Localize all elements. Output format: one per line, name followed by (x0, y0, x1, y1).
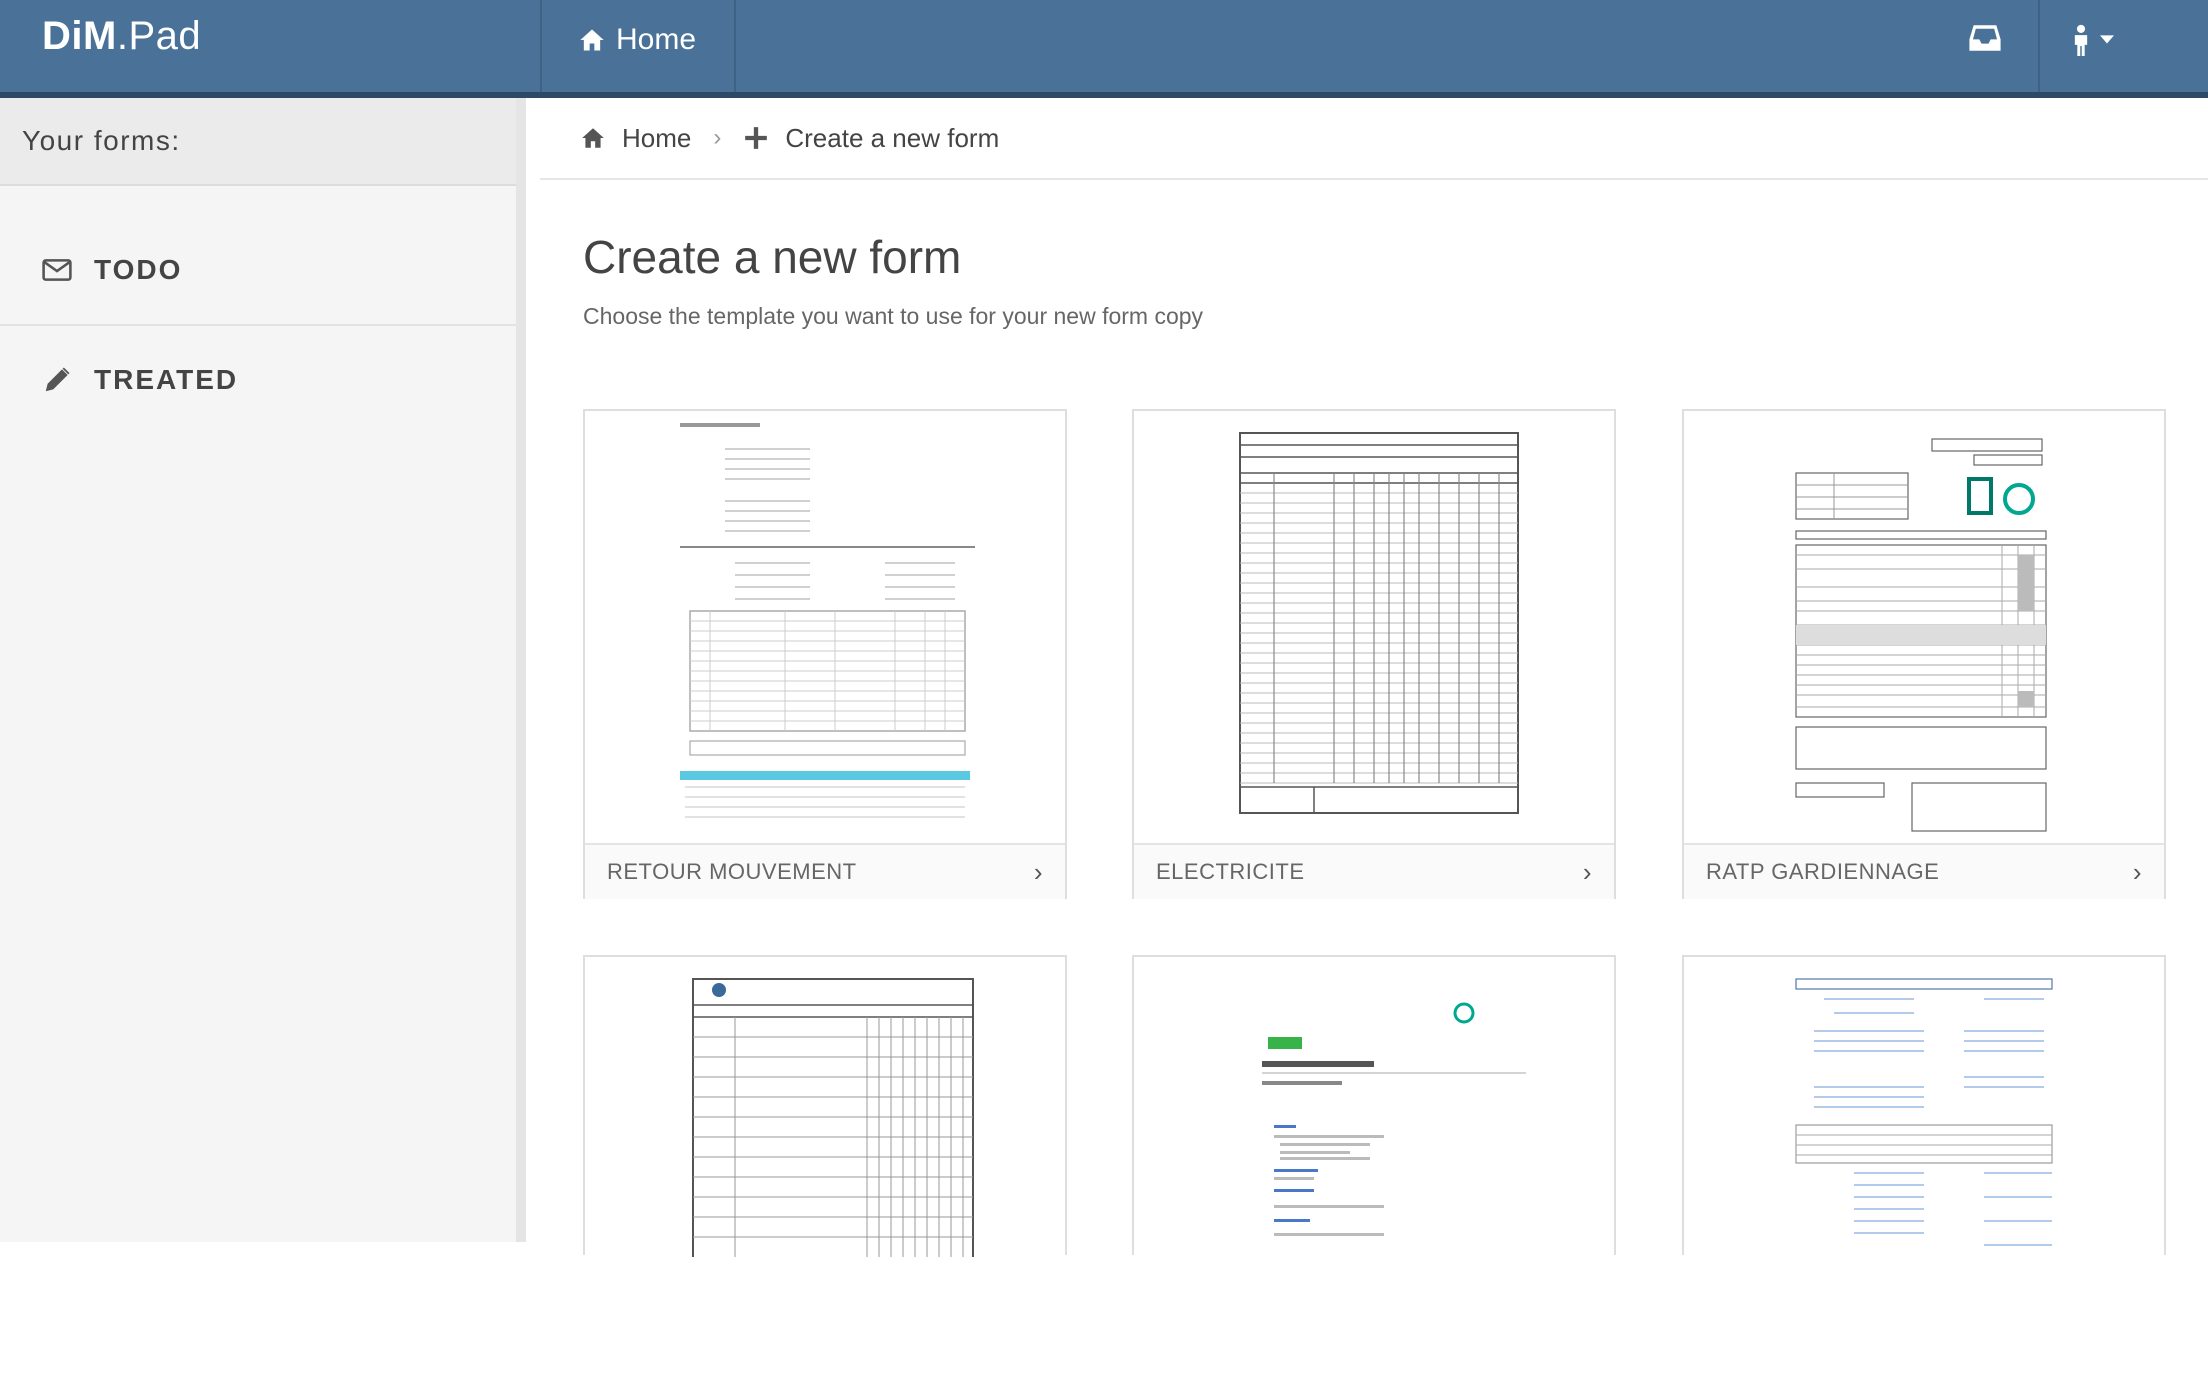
sidebar-item-treated[interactable]: TREATED (0, 326, 516, 434)
template-card-rapport-hebdomadaire[interactable] (583, 955, 1067, 1257)
envelope-icon (42, 259, 72, 281)
template-card-retour-mouvement[interactable]: RETOUR MOUVEMENT › (583, 409, 1067, 899)
template-card-electricite[interactable]: ELECTRICITE › (1132, 409, 1616, 899)
template-card-ratp-gardiennage[interactable]: RATP GARDIENNAGE › (1682, 409, 2166, 899)
plus-icon (745, 127, 768, 149)
app-logo[interactable]: DiM.Pad (42, 14, 201, 59)
template-card-fiche-controle[interactable] (1132, 955, 1616, 1255)
home-icon (582, 128, 604, 148)
template-card-footer: ELECTRICITE › (1134, 843, 1614, 899)
breadcrumb-home[interactable]: Home (580, 123, 691, 154)
chevron-right-icon: › (1033, 857, 1043, 887)
top-navbar: DiM.Pad Home (0, 0, 2208, 98)
caret-down-icon (2100, 35, 2114, 44)
breadcrumb: Home › Create a new form (540, 98, 2208, 180)
nav-divider (734, 0, 736, 92)
template-preview (585, 411, 1065, 843)
nav-divider (2038, 0, 2040, 92)
breadcrumb-current: Create a new form (743, 123, 999, 154)
user-icon (2074, 24, 2088, 56)
user-menu-button[interactable] (2072, 18, 2132, 62)
sidebar: Your forms: TODO TREATED (0, 98, 526, 1242)
template-preview (585, 957, 1065, 1389)
template-card-footer: RATP GARDIENNAGE › (1684, 843, 2164, 899)
template-name: ELECTRICITE (1156, 859, 1305, 884)
template-name: RATP GARDIENNAGE (1706, 859, 1940, 884)
inbox-icon (1969, 25, 2001, 51)
template-preview (1134, 411, 1614, 843)
nav-home-label: Home (616, 23, 697, 56)
chevron-right-icon: › (2132, 857, 2142, 887)
template-preview (1134, 957, 1614, 1389)
breadcrumb-current-label: Create a new form (785, 122, 1000, 153)
template-name: RETOUR MOUVEMENT (607, 859, 857, 884)
sidebar-item-label: TREATED (94, 364, 239, 395)
sidebar-item-label: TODO (94, 254, 183, 285)
nav-home-link[interactable]: Home (578, 20, 696, 60)
home-icon (580, 29, 604, 51)
page-subtitle: Choose the template you want to use for … (583, 303, 1204, 329)
sidebar-header: Your forms: (0, 98, 516, 186)
template-preview (1684, 411, 2164, 843)
breadcrumb-home-label: Home (622, 122, 692, 153)
sidebar-item-todo[interactable]: TODO (0, 216, 516, 326)
nav-divider (540, 0, 542, 92)
inbox-button[interactable] (1968, 22, 2004, 56)
template-card-footer: RETOUR MOUVEMENT › (585, 843, 1065, 899)
chevron-right-icon: › (1582, 857, 1592, 887)
template-preview (1684, 957, 2164, 1389)
pencil-icon (45, 367, 70, 392)
page-title: Create a new form (583, 231, 962, 283)
template-card-fiche-essai[interactable] (1682, 955, 2166, 1255)
chevron-right-icon: › (713, 124, 722, 151)
